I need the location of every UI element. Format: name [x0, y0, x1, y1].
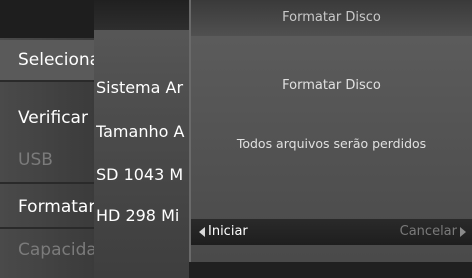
bottom-strip: [189, 262, 472, 278]
start-button-label: Iniciar: [208, 224, 248, 239]
arrow-right-icon: [460, 226, 466, 237]
menu-item-formatar[interactable]: Formatar: [0, 187, 100, 227]
info-size: Tamanho A: [96, 122, 185, 141]
start-button[interactable]: Iniciar: [199, 219, 248, 245]
dialog-footer: Iniciar Cancelar: [191, 219, 472, 245]
menu-divider: [0, 80, 100, 82]
arrow-left-icon: [199, 226, 205, 237]
cancel-button[interactable]: Cancelar: [400, 219, 466, 245]
menu-header: [0, 0, 100, 38]
menu-divider: [0, 227, 100, 229]
menu-item-verificar[interactable]: Verificar: [0, 98, 100, 138]
info-sd-capacity: SD 1043 M: [96, 165, 184, 184]
info-hd-capacity: HD 298 Mi: [96, 206, 180, 225]
dialog-warning-message: Todos arquivos serão perdidos: [236, 136, 427, 151]
format-disk-dialog: Formatar Disco Formatar Disco Todos arqu…: [189, 0, 472, 262]
menu-divider: [0, 182, 100, 184]
menu-item-capacidade[interactable]: Capacidade: [0, 230, 100, 270]
menu-item-selecionar[interactable]: Selecionar: [0, 40, 100, 80]
info-filesystem: Sistema Ar: [96, 78, 184, 97]
cancel-button-label: Cancelar: [399, 224, 457, 239]
dialog-heading: Formatar Disco: [282, 78, 381, 93]
menu-item-usb[interactable]: USB: [0, 140, 100, 180]
dialog-title: Formatar Disco: [282, 10, 381, 25]
